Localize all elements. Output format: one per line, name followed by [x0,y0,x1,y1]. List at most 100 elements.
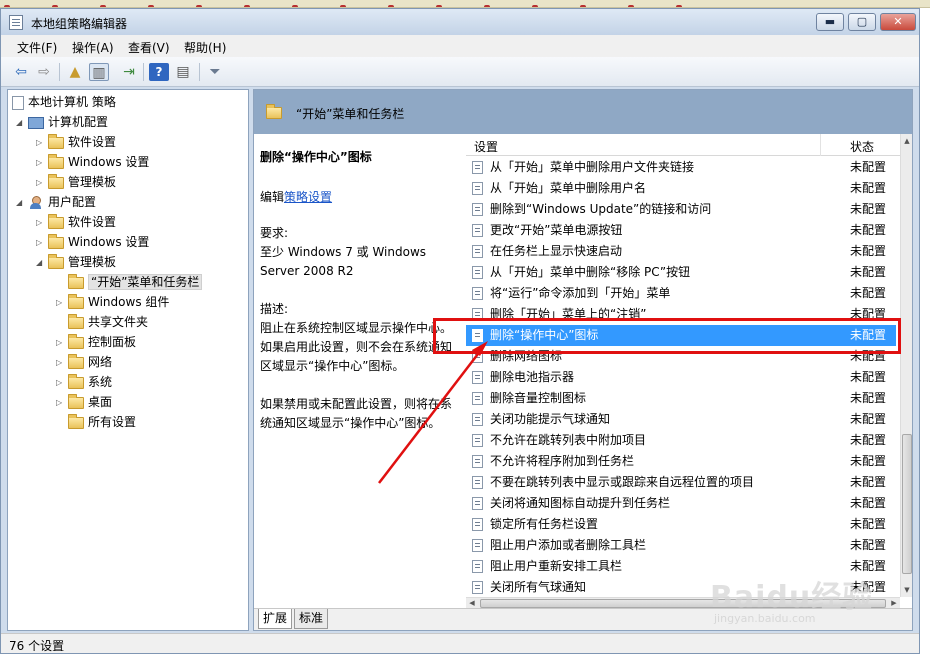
vertical-scrollbar[interactable]: ▲ ▼ [900,134,912,597]
tree-desktop[interactable]: ▷ 桌面 [56,392,112,412]
setting-name: 从「开始」菜单中删除“移除 PC”按钮 [490,265,691,279]
expand-arrow-icon[interactable]: ▷ [56,373,66,393]
setting-row[interactable]: 关闭功能提示气球通知 未配置 [466,409,896,430]
folder-icon [48,253,64,269]
tree-all-settings[interactable]: 所有设置 [56,412,136,432]
setting-row[interactable]: 删除“操作中心”图标 未配置 [466,325,896,346]
setting-name: 不要在跳转列表中显示或跟踪来自远程位置的项目 [490,475,755,489]
policy-setting-icon [472,182,483,195]
expand-arrow-icon[interactable]: ▷ [56,393,66,413]
setting-row[interactable]: 不允许将程序附加到任务栏 未配置 [466,451,896,472]
setting-name: 阻止用户添加或者删除工具栏 [490,538,647,552]
tree-uc-windows[interactable]: ▷ Windows 设置 [36,232,149,252]
tab-standard[interactable]: 标准 [294,609,329,629]
list-header: 设置 状态 [466,134,900,156]
forward-icon[interactable]: ⇨ [34,63,54,81]
setting-name: 删除到“Windows Update”的链接和访问 [490,202,712,216]
tree-cc-admin[interactable]: ▷ 管理模板 [36,172,116,192]
scroll-up-icon[interactable]: ▲ [901,134,912,148]
tree-root[interactable]: 本地计算机 策略 [10,92,116,112]
close-button[interactable]: ✕ [880,13,916,31]
policy-setting-icon [472,581,483,594]
setting-row[interactable]: 不允许在跳转列表中附加项目 未配置 [466,430,896,451]
menu-help[interactable]: 帮助(H) [184,39,226,56]
setting-state: 未配置 [850,223,887,237]
filter-icon[interactable]: ⏷ [205,63,225,81]
tree-uc-software[interactable]: ▷ 软件设置 [36,212,116,232]
setting-name: 将“运行”命令添加到「开始」菜单 [490,286,671,300]
properties-icon[interactable]: ▤ [173,63,193,81]
export-list-icon[interactable]: ⇥ [119,63,139,81]
up-folder-icon[interactable]: ▲ [65,63,85,81]
folder-icon [48,173,64,189]
column-setting[interactable]: 设置 [474,138,498,155]
setting-row[interactable]: 删除网络图标 未配置 [466,346,896,367]
maximize-button[interactable]: ▢ [848,13,876,31]
description-label: 描述: [260,302,289,316]
expand-arrow-icon[interactable]: ▷ [36,133,46,153]
setting-row[interactable]: 更改“开始”菜单电源按钮 未配置 [466,220,896,241]
setting-name: 删除“操作中心”图标 [490,328,599,342]
menu-view[interactable]: 查看(V) [128,39,170,56]
tree-computer-config[interactable]: ◢ 计算机配置 [16,112,108,132]
setting-state: 未配置 [850,412,887,426]
setting-state: 未配置 [850,307,887,321]
minimize-button[interactable]: ▬ [816,13,844,31]
expand-arrow-icon[interactable]: ▷ [56,333,66,353]
setting-row[interactable]: 将“运行”命令添加到「开始」菜单 未配置 [466,283,896,304]
show-hide-tree-icon[interactable]: ▥ [89,63,109,81]
setting-row[interactable]: 从「开始」菜单中删除“移除 PC”按钮 未配置 [466,262,896,283]
column-state[interactable]: 状态 [850,138,874,155]
tree-system[interactable]: ▷ 系统 [56,372,112,392]
menu-file[interactable]: 文件(F) [17,39,57,56]
expand-arrow-icon[interactable]: ▷ [56,353,66,373]
setting-name: 删除网络图标 [490,349,563,363]
tab-extended[interactable]: 扩展 [258,609,293,629]
edit-policy-link[interactable]: 策略设置 [284,190,332,204]
setting-state: 未配置 [850,433,887,447]
setting-row[interactable]: 删除音量控制图标 未配置 [466,388,896,409]
setting-row[interactable]: 在任务栏上显示快速启动 未配置 [466,241,896,262]
tree-cc-windows[interactable]: ▷ Windows 设置 [36,152,149,172]
setting-state: 未配置 [850,181,887,195]
expand-arrow-icon[interactable]: ▷ [36,213,46,233]
tree-start-taskbar[interactable]: “开始”菜单和任务栏 [56,272,203,292]
setting-name: 关闭功能提示气球通知 [490,412,611,426]
folder-icon [68,313,84,329]
vertical-scroll-thumb[interactable] [902,434,912,574]
tree-cc-software[interactable]: ▷ 软件设置 [36,132,116,152]
setting-row[interactable]: 关闭将通知图标自动提升到任务栏 未配置 [466,493,896,514]
setting-row[interactable]: 不要在跳转列表中显示或跟踪来自远程位置的项目 未配置 [466,472,896,493]
title-bar: 本地组策略编辑器 ▬ ▢ ✕ [1,9,919,35]
expand-arrow-icon[interactable]: ▷ [36,173,46,193]
tree-win-components[interactable]: ▷ Windows 组件 [56,292,169,312]
tree-shared-folders[interactable]: 共享文件夹 [56,312,148,332]
menu-action[interactable]: 操作(A) [72,39,114,56]
folder-icon [68,293,84,309]
tree-uc-admin[interactable]: ◢ 管理模板 [36,252,116,272]
collapse-arrow-icon[interactable]: ◢ [16,193,26,213]
edit-policy-line: 编辑策略设置 [260,190,333,204]
setting-row[interactable]: 删除到“Windows Update”的链接和访问 未配置 [466,199,896,220]
policy-setting-icon [472,350,483,363]
back-icon[interactable]: ⇦ [11,63,31,81]
expand-arrow-icon[interactable]: ▷ [56,293,66,313]
setting-row[interactable]: 从「开始」菜单中删除用户文件夹链接 未配置 [466,157,896,178]
expand-arrow-icon[interactable]: ▷ [36,153,46,173]
help-icon[interactable]: ? [149,63,169,81]
folder-icon [68,333,84,349]
setting-row[interactable]: 从「开始」菜单中删除用户名 未配置 [466,178,896,199]
policy-setting-icon [472,455,483,468]
collapse-arrow-icon[interactable]: ◢ [36,253,46,273]
policy-setting-icon [472,308,483,321]
tree-control-panel[interactable]: ▷ 控制面板 [56,332,136,352]
setting-row[interactable]: 阻止用户添加或者删除工具栏 未配置 [466,535,896,556]
tree-user-config[interactable]: ◢ 用户配置 [16,192,96,212]
folder-icon [48,153,64,169]
setting-row[interactable]: 锁定所有任务栏设置 未配置 [466,514,896,535]
setting-row[interactable]: 删除「开始」菜单上的“注销” 未配置 [466,304,896,325]
tree-network[interactable]: ▷ 网络 [56,352,112,372]
expand-arrow-icon[interactable]: ▷ [36,233,46,253]
setting-row[interactable]: 删除电池指示器 未配置 [466,367,896,388]
collapse-arrow-icon[interactable]: ◢ [16,113,26,133]
